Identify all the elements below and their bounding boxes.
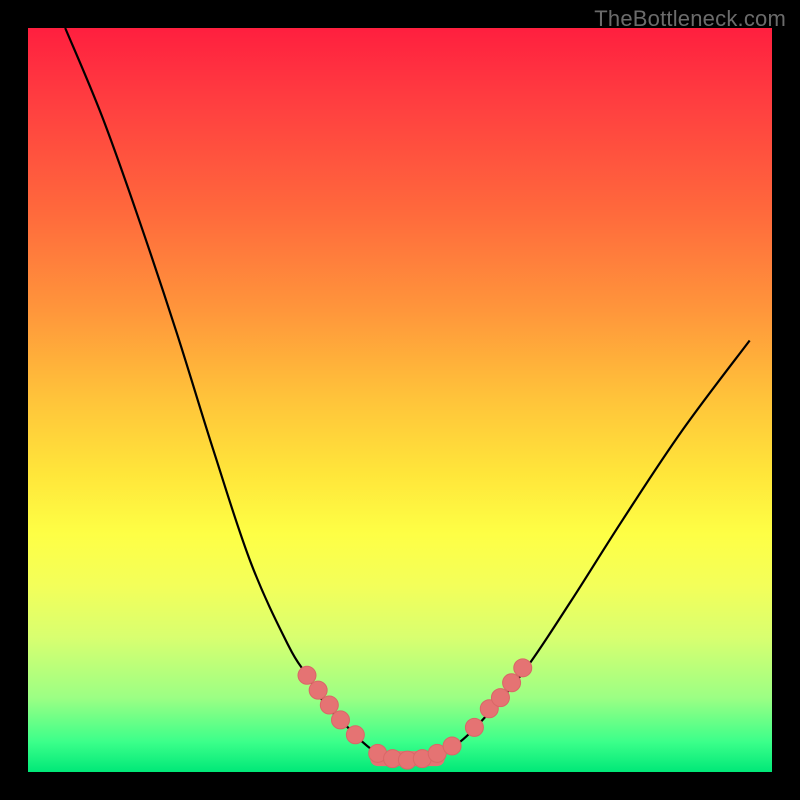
marker-dot	[298, 666, 316, 684]
marker-dot	[514, 659, 532, 677]
curve-layer	[28, 28, 772, 772]
marker-dot	[398, 751, 416, 769]
bottleneck-curve	[65, 28, 749, 760]
plot-area	[28, 28, 772, 772]
chart-frame: TheBottleneck.com	[0, 0, 800, 800]
marker-dot	[309, 681, 327, 699]
marker-dot	[346, 726, 364, 744]
marker-dot	[413, 750, 431, 768]
marker-dot	[320, 696, 338, 714]
marker-dot	[331, 711, 349, 729]
marker-dot	[369, 744, 387, 762]
marker-dot	[465, 718, 483, 736]
marker-dot	[428, 744, 446, 762]
marker-dot	[384, 750, 402, 768]
marker-dot	[480, 700, 498, 718]
marker-group	[298, 659, 532, 769]
marker-dot	[503, 674, 521, 692]
marker-dot	[491, 689, 509, 707]
marker-dot	[443, 737, 461, 755]
